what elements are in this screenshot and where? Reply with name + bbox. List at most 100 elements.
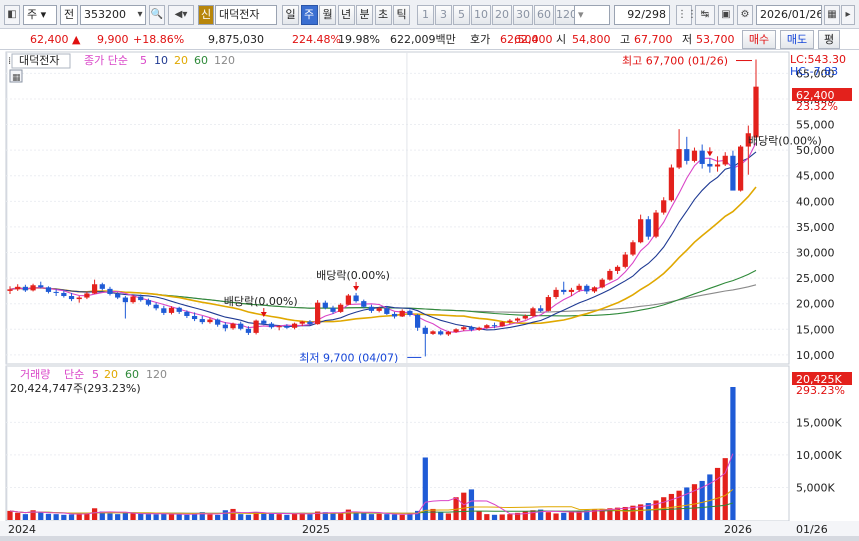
chevron-down-icon[interactable]: ▾ xyxy=(134,6,146,24)
grid-icon[interactable]: ⋮⋮ xyxy=(676,5,697,25)
price-change-pct: +18.86% xyxy=(133,33,185,46)
market-type-select[interactable]: 주 ▾ xyxy=(23,5,57,25)
period-button-6[interactable]: 틱 xyxy=(393,5,410,25)
candle-body xyxy=(391,313,398,317)
bid-price: 62,400 xyxy=(514,33,553,46)
candle-body xyxy=(230,323,236,329)
sell-button[interactable]: 매도 xyxy=(780,30,814,49)
buy-button[interactable]: 매수 xyxy=(742,30,776,49)
eval-button[interactable]: 평 xyxy=(818,30,840,49)
interval-button-30[interactable]: 30 xyxy=(513,5,533,25)
volume-bar xyxy=(707,474,713,520)
interval-button-1[interactable]: 1 xyxy=(417,5,434,25)
candle-body xyxy=(315,302,321,325)
vol-ma5-label: 5 xyxy=(92,368,99,381)
volume-bar xyxy=(438,512,444,520)
candle-body xyxy=(599,279,605,288)
volume-bar xyxy=(730,387,736,520)
candle-body xyxy=(476,327,482,330)
candle-body xyxy=(130,296,136,303)
interval-button-3[interactable]: 3 xyxy=(435,5,452,25)
candle-body xyxy=(238,323,244,329)
vol-ma60-label: 60 xyxy=(125,368,139,381)
volume-bar xyxy=(368,514,375,520)
volume-bar xyxy=(138,513,144,520)
price-axis-label: 20,000 xyxy=(796,298,835,311)
window-menu-icon[interactable]: ◧ xyxy=(4,5,20,25)
more-icon[interactable]: ▸ xyxy=(841,5,855,25)
volume-bar xyxy=(345,509,352,520)
market-type-value: 주 xyxy=(27,8,38,21)
candle-body xyxy=(684,149,690,161)
volume-bar xyxy=(122,512,128,520)
candle-body xyxy=(499,322,505,327)
market-scope-button[interactable]: 전 xyxy=(60,5,78,25)
volume-bar xyxy=(361,513,367,520)
stock-chart[interactable]: 최고 67,700 (01/26) 최저 9,700 (04/07) 배당락(0.0… xyxy=(0,50,859,541)
interval-button-5[interactable]: 5 xyxy=(453,5,470,25)
volume-bar xyxy=(291,513,298,520)
candle-body xyxy=(276,326,282,328)
low-annotation: 최저 9,700 (04/07) xyxy=(299,351,398,364)
volume-bar xyxy=(461,492,467,520)
period-button-4[interactable]: 분 xyxy=(356,5,373,25)
search-icon[interactable]: 🔍 xyxy=(149,5,165,25)
horizontal-scrollbar[interactable] xyxy=(0,536,859,541)
period-button-2[interactable]: 월 xyxy=(319,5,336,25)
volume-bar xyxy=(684,487,690,520)
candle-body xyxy=(622,254,628,267)
volume-bar xyxy=(384,514,390,520)
candle-body xyxy=(414,314,421,328)
volume-bar xyxy=(22,514,28,520)
candle-body xyxy=(407,310,413,315)
save-icon[interactable]: ▣ xyxy=(718,5,734,25)
interval-button-120[interactable]: 120 xyxy=(555,5,575,25)
candle-body xyxy=(545,297,551,311)
price-axis-label: 35,000 xyxy=(796,221,835,234)
period-button-1[interactable]: 주 xyxy=(300,5,318,25)
volume-bar xyxy=(568,511,575,520)
stock-name-field[interactable]: 대덕전자 xyxy=(215,5,277,25)
period-button-0[interactable]: 일 xyxy=(282,5,299,25)
trade-value: 622,009백만 xyxy=(390,33,456,46)
candle-body xyxy=(591,287,598,292)
candle-body xyxy=(453,329,459,332)
candle-body xyxy=(299,321,305,324)
candle-body xyxy=(84,293,90,298)
interval-button-20[interactable]: 20 xyxy=(492,5,512,25)
current-volume-pct-tag: 293.23% xyxy=(796,384,845,397)
interval-button-10[interactable]: 10 xyxy=(471,5,491,25)
candle-body xyxy=(361,301,367,307)
high-price: 67,700 xyxy=(634,33,673,46)
price-axis-label: 25,000 xyxy=(796,272,835,285)
gear-icon[interactable]: ⚙ xyxy=(737,5,753,25)
candle-body xyxy=(99,284,105,289)
sound-icon[interactable]: ◀▾ xyxy=(168,5,194,25)
open-price: 54,800 xyxy=(572,33,611,46)
candle-body xyxy=(707,163,713,167)
table-toggle-glyph: ▦ xyxy=(12,73,21,83)
volume-bar xyxy=(376,513,382,520)
period-button-3[interactable]: 년 xyxy=(337,5,355,25)
calendar-icon[interactable]: ▦ xyxy=(824,5,840,25)
candle-body xyxy=(645,219,651,237)
candle-body xyxy=(199,319,205,323)
vol-ma120-label: 120 xyxy=(146,368,167,381)
volume-bar xyxy=(145,514,152,520)
volume-bar xyxy=(676,490,682,520)
volume-bar xyxy=(7,510,13,520)
volume-bar xyxy=(176,514,182,520)
candle-body xyxy=(468,327,475,330)
interval-custom-input[interactable]: ▾ xyxy=(574,5,610,25)
interval-button-60[interactable]: 60 xyxy=(534,5,554,25)
candle-body xyxy=(630,242,636,255)
volume-bar xyxy=(530,510,536,520)
period-button-5[interactable]: 초 xyxy=(374,5,392,25)
trade-icon[interactable]: ↹ xyxy=(695,5,715,25)
page-position: 92/298 xyxy=(614,5,670,25)
price-axis-label: 15,000 xyxy=(796,323,835,336)
ma60-label: 60 xyxy=(194,54,208,67)
date-field[interactable]: 2026/01/26 xyxy=(756,5,822,25)
candle-body xyxy=(730,155,736,191)
chart-svg[interactable]: 최고 67,700 (01/26) 최저 9,700 (04/07) 배당락(0.0… xyxy=(0,50,859,541)
